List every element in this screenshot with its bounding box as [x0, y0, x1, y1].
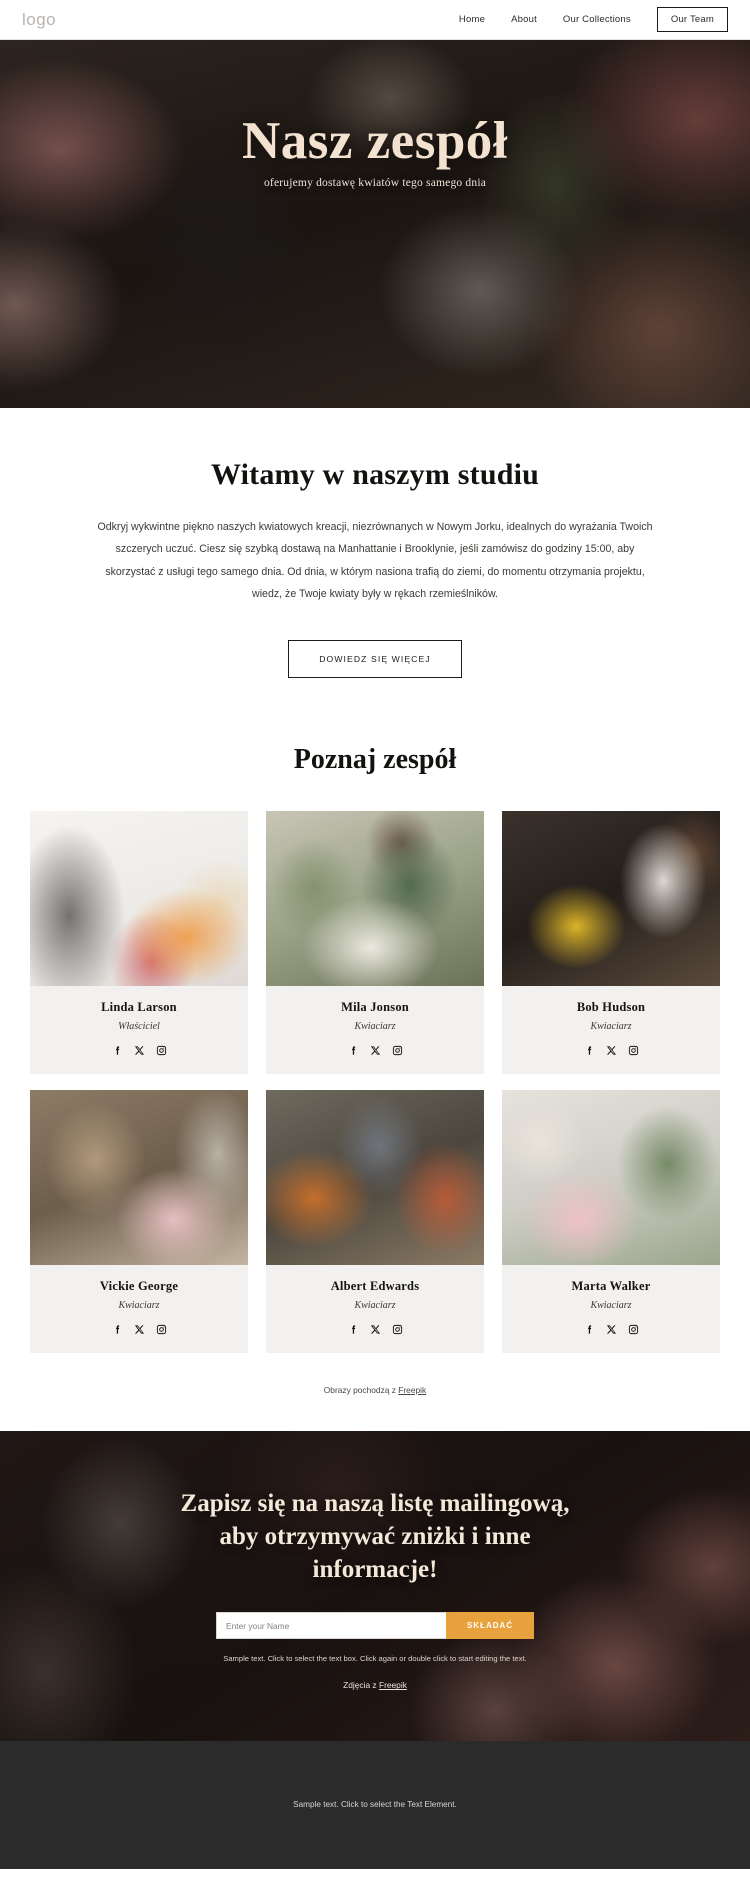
facebook-icon[interactable]	[348, 1045, 359, 1056]
x-twitter-icon[interactable]	[606, 1045, 617, 1056]
team-member-info: Mila Jonson Kwiaciarz	[266, 986, 484, 1074]
newsletter-form: SKŁADAĆ	[216, 1612, 534, 1640]
team-member-role: Kwiaciarz	[118, 1299, 160, 1311]
x-twitter-icon[interactable]	[370, 1324, 381, 1335]
newsletter-submit-button[interactable]: SKŁADAĆ	[446, 1612, 534, 1640]
team-member-info: Linda Larson Właściciel	[30, 986, 248, 1074]
instagram-icon[interactable]	[156, 1324, 167, 1335]
nav-item-our-team[interactable]: Our Team	[656, 7, 728, 32]
team-title: Poznaj zespół	[293, 743, 457, 775]
nav-item-home[interactable]: Home	[459, 14, 485, 25]
newsletter-title: Zapisz się na naszą listę mailingową, ab…	[180, 1490, 570, 1584]
team-member-name: Linda Larson	[101, 999, 177, 1014]
team-member-info: Vickie George Kwiaciarz	[30, 1265, 248, 1353]
x-twitter-icon[interactable]	[606, 1324, 617, 1335]
team-member-name: Bob Hudson	[576, 999, 646, 1014]
newsletter-image-credit: Zdjęcia z Freepik	[343, 1680, 407, 1690]
hero-subtitle: oferujemy dostawę kwiatów tego samego dn…	[263, 177, 487, 190]
team-member-socials	[508, 1324, 714, 1335]
hero-section: Nasz zespół oferujemy dostawę kwiatów te…	[0, 40, 750, 408]
team-member-card: Mila Jonson Kwiaciarz	[266, 810, 484, 1074]
nav-item-about[interactable]: About	[511, 14, 537, 25]
site-footer: Sample text. Click to select the Text El…	[0, 1740, 750, 1869]
team-member-socials	[272, 1045, 478, 1056]
team-member-role: Kwiaciarz	[590, 1020, 632, 1032]
newsletter-section: Zapisz się na naszą listę mailingową, ab…	[0, 1430, 750, 1741]
team-member-name: Marta Walker	[571, 1278, 651, 1293]
team-member-photo	[30, 1089, 248, 1265]
team-member-card: Marta Walker Kwiaciarz	[502, 1089, 720, 1353]
footer-text: Sample text. Click to select the Text El…	[293, 1800, 457, 1810]
team-member-name: Albert Edwards	[330, 1278, 420, 1293]
learn-more-button[interactable]: DOWIEDZ SIĘ WIĘCEJ	[288, 639, 462, 678]
team-member-photo	[502, 810, 720, 986]
team-member-photo	[502, 1089, 720, 1265]
x-twitter-icon[interactable]	[134, 1045, 145, 1056]
team-member-name: Vickie George	[99, 1278, 179, 1293]
facebook-icon[interactable]	[584, 1324, 595, 1335]
x-twitter-icon[interactable]	[134, 1324, 145, 1335]
team-member-socials	[36, 1045, 242, 1056]
team-member-info: Albert Edwards Kwiaciarz	[266, 1265, 484, 1353]
team-member-role: Właściciel	[118, 1020, 160, 1032]
team-member-card: Linda Larson Właściciel	[30, 810, 248, 1074]
facebook-icon[interactable]	[348, 1324, 359, 1335]
welcome-title: Witamy w naszym studiu	[210, 458, 540, 491]
site-header: logo Home About Our Collections Our Team	[0, 0, 750, 40]
team-member-socials	[272, 1324, 478, 1335]
newsletter-name-input[interactable]	[216, 1612, 446, 1640]
x-twitter-icon[interactable]	[370, 1045, 381, 1056]
team-member-info: Bob Hudson Kwiaciarz	[502, 986, 720, 1074]
team-member-photo	[266, 810, 484, 986]
facebook-icon[interactable]	[112, 1324, 123, 1335]
instagram-icon[interactable]	[628, 1324, 639, 1335]
instagram-icon[interactable]	[628, 1045, 639, 1056]
facebook-icon[interactable]	[112, 1045, 123, 1056]
team-member-card: Vickie George Kwiaciarz	[30, 1089, 248, 1353]
team-image-credit: Obrazy pochodzą z Freepik	[0, 1385, 750, 1431]
welcome-section: Witamy w naszym studiu Odkryj wykwintne …	[0, 408, 750, 678]
instagram-icon[interactable]	[392, 1324, 403, 1335]
team-member-card: Bob Hudson Kwiaciarz	[502, 810, 720, 1074]
main-navigation: Home About Our Collections Our Team	[459, 7, 728, 32]
team-member-name: Mila Jonson	[341, 999, 409, 1014]
hero-content: Nasz zespół oferujemy dostawę kwiatów te…	[0, 40, 750, 408]
team-member-photo	[266, 1089, 484, 1265]
team-credit-link[interactable]: Freepik	[398, 1385, 426, 1395]
team-member-role: Kwiaciarz	[354, 1299, 396, 1311]
newsletter-content: Zapisz się na naszą listę mailingową, ab…	[0, 1431, 750, 1741]
newsletter-credit-link[interactable]: Freepik	[379, 1680, 407, 1690]
newsletter-note: Sample text. Click to select the text bo…	[223, 1654, 527, 1664]
page-root: logo Home About Our Collections Our Team…	[0, 0, 750, 1869]
team-member-socials	[36, 1324, 242, 1335]
team-member-role: Kwiaciarz	[354, 1020, 396, 1032]
nav-item-our-collections[interactable]: Our Collections	[563, 14, 631, 25]
team-member-socials	[508, 1045, 714, 1056]
team-member-role: Kwiaciarz	[590, 1299, 632, 1311]
team-credit-text: Obrazy pochodzą z	[323, 1384, 399, 1395]
welcome-paragraph: Odkryj wykwintne piękno naszych kwiatowy…	[97, 521, 653, 601]
team-grid: Linda Larson Właściciel Mila Jonson Kwiacia…	[30, 810, 720, 1353]
team-member-photo	[30, 810, 248, 986]
team-member-card: Albert Edwards Kwiaciarz	[266, 1089, 484, 1353]
hero-title: Nasz zespół	[241, 111, 509, 170]
team-section: Poznaj zespół Linda Larson Właściciel Mila…	[0, 677, 750, 1431]
facebook-icon[interactable]	[584, 1045, 595, 1056]
team-member-info: Marta Walker Kwiaciarz	[502, 1265, 720, 1353]
instagram-icon[interactable]	[392, 1045, 403, 1056]
newsletter-credit-text: Zdjęcia z	[343, 1680, 379, 1691]
instagram-icon[interactable]	[156, 1045, 167, 1056]
site-logo[interactable]: logo	[22, 10, 56, 30]
